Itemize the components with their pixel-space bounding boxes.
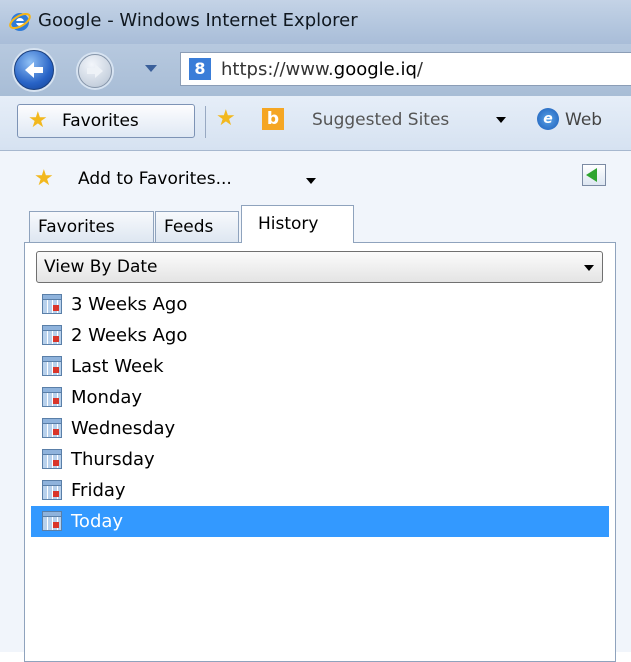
address-url[interactable]: https://www.google.iq/ xyxy=(221,59,423,80)
window-title: Google - Windows Internet Explorer xyxy=(38,10,358,31)
history-item-monday[interactable]: Monday xyxy=(31,382,609,413)
back-arrow-icon xyxy=(25,62,43,78)
history-item-today[interactable]: Today xyxy=(31,506,609,537)
suggested-sites-link[interactable]: Suggested Sites xyxy=(312,110,449,130)
calendar-icon xyxy=(42,511,62,531)
history-item-wednesday[interactable]: Wednesday xyxy=(31,413,609,444)
calendar-icon xyxy=(42,325,62,345)
address-bar[interactable]: 8 https://www.google.iq/ xyxy=(180,52,631,86)
history-item-thursday[interactable]: Thursday xyxy=(31,444,609,475)
google-favicon-icon: 8 xyxy=(189,58,211,80)
history-item-3-weeks-ago[interactable]: 3 Weeks Ago xyxy=(31,289,609,320)
favorites-center-panel: ★ Add to Favorites... Favorites Feeds Hi… xyxy=(0,151,631,662)
favorites-bar: ★ Favorites ★ b Suggested Sites e Web xyxy=(0,96,631,151)
calendar-icon xyxy=(42,387,62,407)
window-titlebar: Google - Windows Internet Explorer xyxy=(0,0,631,44)
pin-arrow-icon xyxy=(586,168,597,182)
pin-favorites-center-button[interactable] xyxy=(582,164,606,186)
chevron-down-icon[interactable] xyxy=(496,117,506,123)
calendar-icon xyxy=(42,356,62,376)
history-pane: View By Date 3 Weeks Ago 2 Weeks Ago Las… xyxy=(24,242,616,662)
calendar-icon xyxy=(42,449,62,469)
add-to-favorites-bar-icon[interactable]: ★ xyxy=(216,106,236,131)
navigation-bar: 8 https://www.google.iq/ xyxy=(0,44,631,96)
history-list: 3 Weeks Ago 2 Weeks Ago Last Week Monday… xyxy=(31,289,609,537)
tab-history[interactable]: History xyxy=(241,205,354,243)
calendar-icon xyxy=(42,480,62,500)
favorites-button[interactable]: ★ Favorites xyxy=(17,104,195,138)
web-slice-icon: e xyxy=(537,108,559,130)
calendar-icon xyxy=(42,418,62,438)
chevron-down-icon[interactable] xyxy=(306,178,316,184)
bing-icon: b xyxy=(262,108,284,130)
web-slice-link[interactable]: Web xyxy=(565,110,602,130)
history-item-last-week[interactable]: Last Week xyxy=(31,351,609,382)
tab-feeds[interactable]: Feeds xyxy=(155,211,239,243)
history-item-2-weeks-ago[interactable]: 2 Weeks Ago xyxy=(31,320,609,351)
internet-explorer-icon xyxy=(9,13,31,31)
add-favorite-icon: ★ xyxy=(34,166,54,191)
calendar-icon xyxy=(42,294,62,314)
forward-button[interactable] xyxy=(78,54,112,88)
back-button[interactable] xyxy=(14,50,54,90)
view-by-select[interactable]: View By Date xyxy=(36,251,603,283)
add-to-favorites-button[interactable]: Add to Favorites... xyxy=(78,169,232,189)
recent-pages-dropdown-icon[interactable] xyxy=(145,65,157,72)
toolbar-divider xyxy=(205,106,206,138)
tab-favorites[interactable]: Favorites xyxy=(29,211,154,243)
history-item-friday[interactable]: Friday xyxy=(31,475,609,506)
forward-arrow-icon xyxy=(87,64,103,78)
star-icon: ★ xyxy=(28,108,48,133)
chevron-down-icon xyxy=(584,265,594,271)
